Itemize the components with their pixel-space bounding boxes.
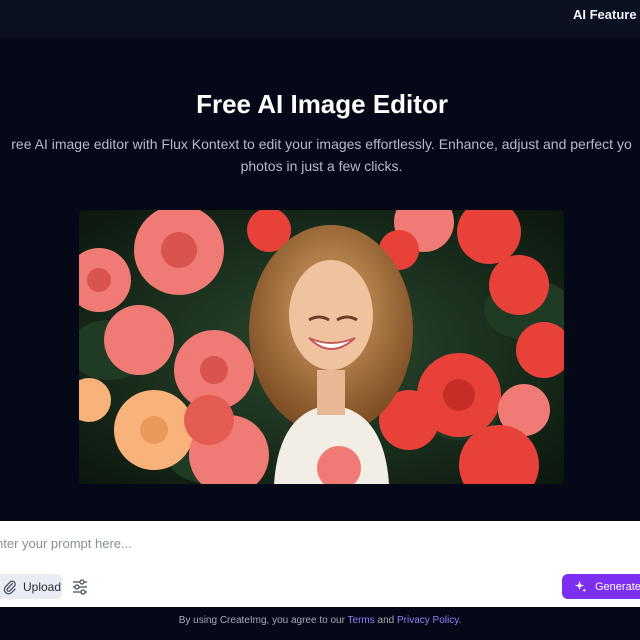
subtitle-line-2: photos in just a few clicks. <box>240 158 403 174</box>
upload-button[interactable]: Upload <box>0 574 62 599</box>
footer-and: and <box>377 615 395 626</box>
prompt-input[interactable] <box>0 527 618 559</box>
sliders-icon[interactable] <box>71 578 89 596</box>
prompt-panel: Upload <box>0 521 640 607</box>
footer-text: By using CreateImg, you agree to our <box>178 615 345 626</box>
footer-legal: By using CreateImg, you agree to our Ter… <box>0 615 640 626</box>
terms-link[interactable]: Terms <box>348 615 375 626</box>
generate-button[interactable]: Generate <box>562 574 640 599</box>
preview-image-illustration <box>79 210 564 484</box>
paperclip-icon <box>3 580 16 594</box>
top-nav-bar: AI Feature <box>0 0 640 38</box>
subtitle-line-1: ree AI image editor with Flux Kontext to… <box>11 136 632 152</box>
sparkle-icon <box>574 580 587 593</box>
privacy-policy-link[interactable]: Privacy Policy <box>397 615 459 626</box>
footer-period: . <box>458 615 462 626</box>
page-title: Free AI Image Editor <box>196 89 448 119</box>
page-subtitle: ree AI image editor with Flux Kontext to… <box>0 133 640 177</box>
preview-image <box>79 210 564 484</box>
generate-button-label: Generate <box>595 580 640 593</box>
nav-link-ai-features[interactable]: AI Feature <box>573 7 637 22</box>
upload-button-label: Upload <box>23 579 62 594</box>
